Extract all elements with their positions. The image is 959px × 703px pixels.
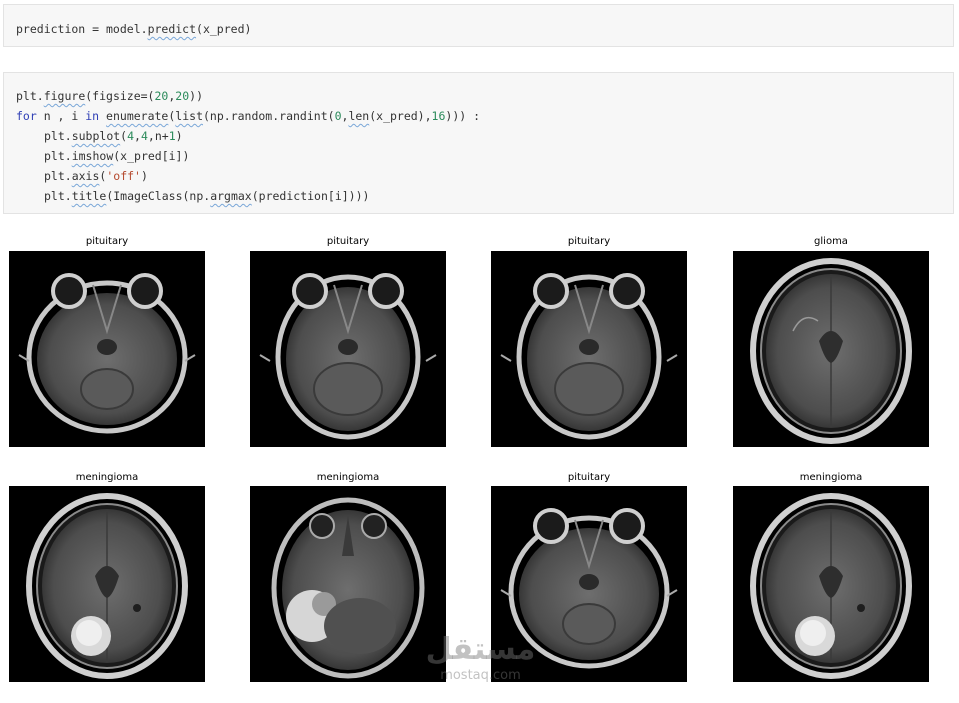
code-token: plt. [44,189,72,203]
code-cell-plot[interactable]: plt.figure(figsize=(20,20)) for n , i in… [3,72,954,214]
code-line: prediction = model.predict(x_pred) [16,19,953,39]
code-token: (figsize=( [85,89,154,103]
code-token: (ImageClass(np. [106,189,210,203]
mri-scan-drawing [491,251,687,447]
code-token [99,109,106,123]
code-cell-predict[interactable]: prediction = model.predict(x_pred) [3,4,954,47]
code-line: plt.figure(figsize=(20,20)) [16,86,953,106]
figure-title: glioma [733,235,929,249]
code-token: len [348,109,369,123]
mri-image [733,486,929,682]
code-token: (x_pred), [369,109,431,123]
mri-scan-drawing [733,251,929,447]
code-token: 4 [141,129,148,143]
code-token: plt. [44,129,72,143]
code-token: 0 [335,109,342,123]
code-token: plt. [44,149,72,163]
figure-title: meningioma [733,471,929,485]
figure-title: pituitary [491,235,687,249]
code-line: plt.imshow(x_pred[i]) [16,146,953,166]
figure-title: meningioma [250,471,446,485]
code-token: imshow [72,149,114,163]
code-token: ,n+ [148,129,169,143]
code-token: figure [44,89,86,103]
code-token: (prediction[i]))) [252,189,370,203]
code-token: plt. [16,89,44,103]
code-token: (x_pred) [196,22,251,36]
code-token: 'off' [106,169,141,183]
mri-image [491,251,687,447]
code-token: , [134,129,141,143]
mri-image [491,486,687,682]
code-token: )) [189,89,203,103]
mri-image [250,486,446,682]
code-token: (np.random.randint( [203,109,335,123]
figure-title: pituitary [9,235,205,249]
code-token: 1 [169,129,176,143]
mri-image [733,251,929,447]
mri-scan-drawing [9,486,205,682]
code-line: plt.title(ImageClass(np.argmax(predictio… [16,186,953,206]
code-token: 20 [155,89,169,103]
code-token: axis [72,169,100,183]
code-token: argmax [210,189,252,203]
code-token: enumerate [106,109,168,123]
code-token: 20 [175,89,189,103]
code-token: for [16,109,37,123]
code-token: 16 [432,109,446,123]
code-line: plt.axis('off') [16,166,953,186]
mri-scan-drawing [9,251,205,447]
code-token: subplot [72,129,120,143]
mri-image [250,251,446,447]
code-token: title [72,189,107,203]
mri-scan-drawing [733,486,929,682]
mri-scan-drawing [491,486,687,682]
mri-image [9,486,205,682]
figure-title: meningioma [9,471,205,485]
figure-title: pituitary [250,235,446,249]
code-token: (x_pred[i]) [113,149,189,163]
code-token: 4 [127,129,134,143]
code-line: plt.subplot(4,4,n+1) [16,126,953,146]
code-token: ))) : [445,109,480,123]
code-token: predict [148,22,196,36]
figure-title: pituitary [491,471,687,485]
mri-image [9,251,205,447]
mri-scan-drawing [250,486,446,682]
code-token: prediction = model. [16,22,148,36]
code-token: ) [176,129,183,143]
code-token: in [85,109,99,123]
code-line: for n , i in enumerate(list(np.random.ra… [16,106,953,126]
mri-scan-drawing [250,251,446,447]
code-token: plt. [44,169,72,183]
code-token: ) [141,169,148,183]
code-token: n , i [37,109,85,123]
code-token: list [175,109,203,123]
